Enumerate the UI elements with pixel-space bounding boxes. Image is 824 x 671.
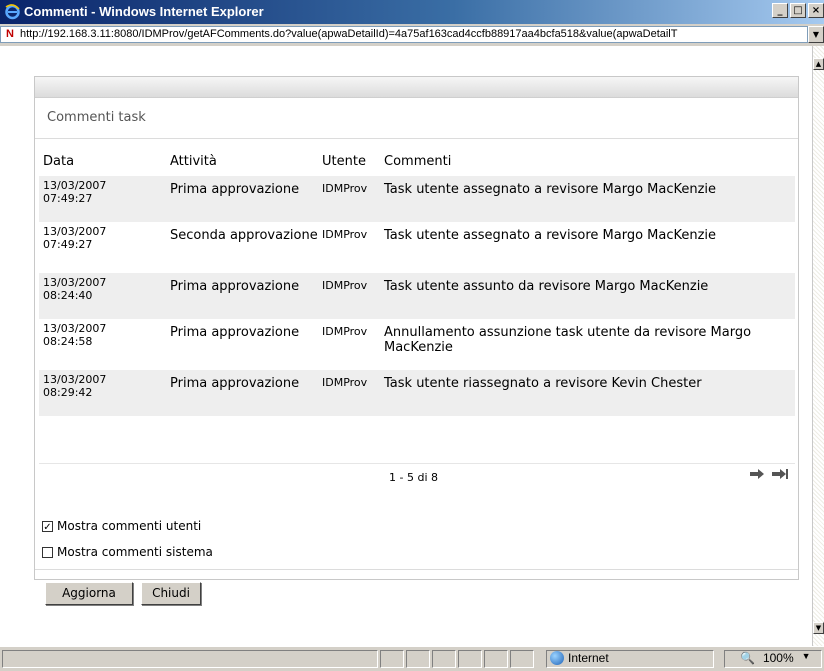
divider bbox=[35, 569, 798, 570]
security-zone: Internet bbox=[550, 651, 609, 665]
address-field[interactable]: Nhttp://192.168.3.11:8080/IDMProv/getAFC… bbox=[0, 26, 808, 43]
table-row: 13/03/2007 07:49:27 Seconda approvazione … bbox=[39, 222, 795, 273]
show-user-comments-option[interactable]: ✓ Mostra commenti utenti bbox=[42, 519, 201, 533]
window-controls: _ □ × bbox=[772, 3, 824, 18]
user-cell: IDMProv bbox=[318, 370, 380, 416]
table-header-row: Data Attività Utente Commenti bbox=[39, 147, 795, 176]
refresh-button[interactable]: Aggiorna bbox=[45, 582, 133, 605]
arrow-last-icon[interactable] bbox=[771, 468, 789, 480]
show-system-comments-label: Mostra commenti sistema bbox=[57, 545, 213, 559]
activity-cell: Prima approvazione bbox=[166, 273, 318, 319]
show-system-comments-checkbox[interactable] bbox=[42, 546, 53, 558]
date-cell: 13/03/2007 08:29:42 bbox=[39, 370, 166, 416]
status-text-area bbox=[2, 650, 378, 668]
divider bbox=[35, 138, 798, 139]
date-cell: 13/03/2007 08:24:58 bbox=[43, 322, 107, 348]
user-cell: IDMProv bbox=[322, 325, 368, 338]
window-title: Commenti - Windows Internet Explorer bbox=[24, 4, 264, 19]
window-titlebar: Commenti - Windows Internet Explorer _ □… bbox=[0, 0, 824, 24]
table-row: 13/03/2007 08:24:58 Prima approvazione ID… bbox=[39, 319, 795, 370]
table-row: 13/03/2007 07:49:27 Prima approvazione ID… bbox=[39, 176, 795, 222]
page-info: 1 - 5 di 8 bbox=[389, 471, 438, 484]
comment-cell: Task utente assunto da revisore Margo Ma… bbox=[380, 273, 795, 319]
comment-cell: Task utente riassegnato a revisore Kevin… bbox=[380, 370, 795, 416]
comment-cell: Task utente assegnato a revisore Margo M… bbox=[380, 176, 795, 222]
zoom-control[interactable]: 🔍 100% ▼ bbox=[740, 651, 811, 665]
column-header-user: Utente bbox=[322, 154, 366, 169]
scroll-up-icon[interactable]: ▲ bbox=[813, 58, 824, 70]
close-button[interactable]: Chiudi bbox=[141, 582, 201, 605]
status-cell bbox=[458, 650, 482, 668]
status-cell bbox=[406, 650, 430, 668]
date-cell: 13/03/2007 07:49:27 bbox=[43, 225, 107, 251]
minimize-button[interactable]: _ bbox=[772, 3, 788, 18]
user-cell: IDMProv bbox=[318, 176, 380, 222]
date-cell: 13/03/2007 07:49:27 bbox=[39, 176, 166, 222]
panel-title: Commenti task bbox=[47, 110, 146, 125]
address-dropdown-button[interactable]: ▼ bbox=[808, 26, 824, 43]
zoom-dropdown-icon[interactable]: ▼ bbox=[802, 651, 811, 665]
column-header-comments: Commenti bbox=[384, 154, 452, 169]
address-url: http://192.168.3.11:8080/IDMProv/getAFCo… bbox=[20, 28, 678, 40]
site-favicon-icon: N bbox=[6, 28, 14, 40]
zone-label: Internet bbox=[568, 651, 609, 665]
comment-cell: Annullamento assunzione task utente da r… bbox=[384, 325, 752, 355]
table-row: 13/03/2007 08:24:40 Prima approvazione ID… bbox=[39, 273, 795, 319]
date-cell: 13/03/2007 08:24:40 bbox=[39, 273, 166, 319]
column-header-activity: Attività bbox=[170, 154, 217, 169]
pagination-bar: 1 - 5 di 8 bbox=[39, 463, 795, 488]
page-content: Commenti task Data Attività Utente Comme… bbox=[0, 46, 812, 646]
internet-globe-icon bbox=[550, 651, 564, 665]
zoom-level: 100% bbox=[762, 651, 794, 665]
status-cell bbox=[380, 650, 404, 668]
comments-panel: Commenti task Data Attività Utente Comme… bbox=[34, 76, 799, 605]
user-cell: IDMProv bbox=[318, 273, 380, 319]
activity-cell: Prima approvazione bbox=[170, 325, 300, 340]
comment-cell: Task utente assegnato a revisore Margo M… bbox=[384, 228, 717, 243]
comments-table: Data Attività Utente Commenti 13/03/2007… bbox=[39, 147, 795, 416]
panel-header-bar bbox=[35, 77, 798, 98]
activity-cell: Prima approvazione bbox=[166, 176, 318, 222]
status-cell bbox=[510, 650, 534, 668]
status-cell bbox=[484, 650, 508, 668]
pagination-nav bbox=[749, 468, 789, 480]
status-bar: Internet 🔍 100% ▼ bbox=[0, 646, 824, 671]
show-system-comments-option[interactable]: Mostra commenti sistema bbox=[42, 545, 213, 559]
vertical-scrollbar[interactable]: ▲ ▼ bbox=[812, 46, 824, 646]
ie-logo-icon bbox=[5, 4, 20, 20]
table-row: 13/03/2007 08:29:42 Prima approvazione ID… bbox=[39, 370, 795, 416]
show-user-comments-label: Mostra commenti utenti bbox=[57, 519, 202, 533]
activity-cell: Prima approvazione bbox=[166, 370, 318, 416]
arrow-right-icon[interactable] bbox=[749, 468, 765, 480]
user-cell: IDMProv bbox=[322, 228, 368, 241]
activity-cell: Seconda approvazione bbox=[170, 228, 318, 243]
close-window-button[interactable]: × bbox=[808, 3, 824, 18]
zoom-icon: 🔍 bbox=[740, 651, 755, 665]
column-header-date: Data bbox=[43, 154, 75, 169]
maximize-button[interactable]: □ bbox=[790, 3, 806, 18]
status-cell bbox=[432, 650, 456, 668]
address-bar: Nhttp://192.168.3.11:8080/IDMProv/getAFC… bbox=[0, 24, 824, 46]
show-user-comments-checkbox[interactable]: ✓ bbox=[42, 520, 53, 533]
scroll-down-icon[interactable]: ▼ bbox=[813, 622, 824, 634]
